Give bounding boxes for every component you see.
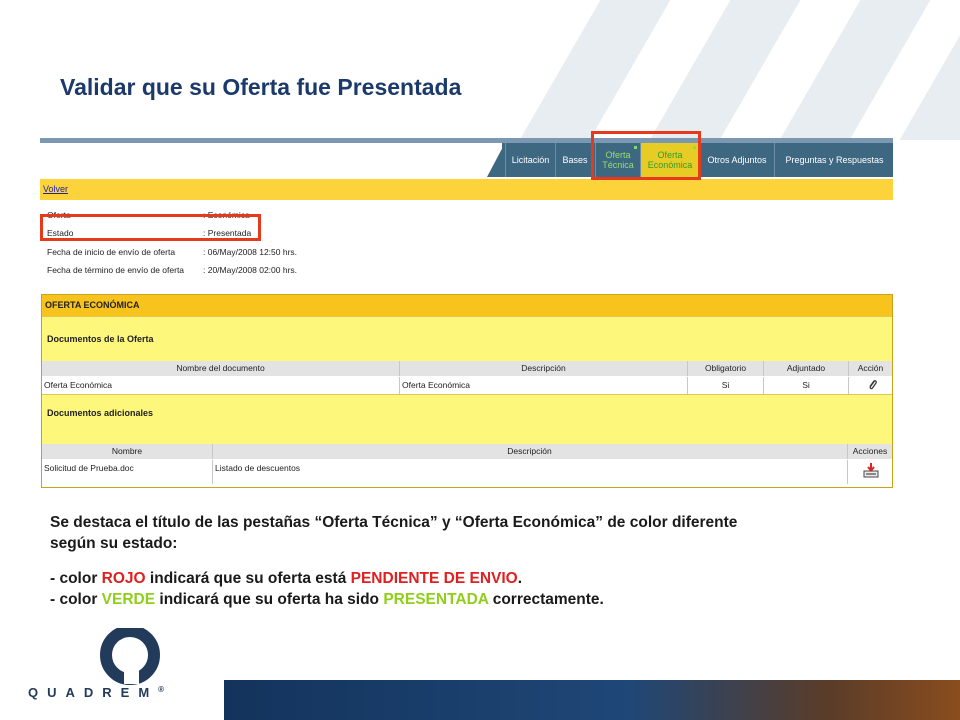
legend-green: - color VERDE indicará que su oferta ha … bbox=[50, 591, 604, 608]
column-header: Acción bbox=[857, 363, 884, 373]
info-label: Fecha de inicio de envío de oferta bbox=[47, 247, 176, 257]
section-documentos-adicionales: Documentos adicionales bbox=[42, 394, 892, 444]
legend-red: - color ROJO indicará que su oferta está… bbox=[50, 570, 523, 587]
table-row: Solicitud de Prueba.doc Listado de descu… bbox=[42, 460, 892, 484]
column-header: Descripción bbox=[507, 446, 552, 456]
background-decoration bbox=[0, 0, 960, 140]
additional-doc-name: Solicitud de Prueba.doc bbox=[44, 463, 134, 473]
slide-title: Validar que su Oferta fue Presentada bbox=[60, 74, 462, 100]
doc-obligatorio: Si bbox=[721, 380, 730, 390]
table-row: Oferta Económica Oferta Económica Si Si bbox=[42, 377, 892, 394]
menu-bar: Volver bbox=[40, 179, 893, 200]
column-header: Nombre bbox=[111, 446, 143, 456]
tab-otros-adjuntos[interactable]: Otros Adjuntos bbox=[699, 143, 774, 177]
highlight-estado bbox=[40, 214, 261, 241]
download-icon[interactable] bbox=[862, 462, 880, 479]
docs-table-header: Nombre del documento Descripción Obligat… bbox=[42, 361, 892, 376]
column-header: Obligatorio bbox=[704, 363, 747, 373]
additional-doc-description: Listado de descuentos bbox=[215, 463, 301, 473]
info-value: : 20/May/2008 02:00 hrs. bbox=[203, 265, 298, 275]
highlight-oferta-tabs bbox=[591, 131, 701, 180]
footer-band bbox=[224, 680, 960, 720]
panel-header: OFERTA ECONÓMICA bbox=[42, 295, 892, 316]
brand-wordmark: QUADREM® bbox=[28, 685, 165, 700]
column-header: Acciones bbox=[852, 446, 888, 456]
doc-adjuntado: Si bbox=[802, 380, 810, 390]
info-row-fecha-inicio: Fecha de inicio de envío de oferta : 06/… bbox=[47, 247, 297, 257]
info-row-fecha-termino: Fecha de término de envío de oferta : 20… bbox=[47, 265, 297, 275]
description-line: según su estado: bbox=[50, 535, 178, 552]
additional-table-header: Nombre Descripción Acciones bbox=[42, 444, 892, 459]
tab-preguntas-respuestas[interactable]: Preguntas y Respuestas bbox=[774, 143, 894, 177]
doc-description: Oferta Económica bbox=[402, 380, 471, 390]
doc-name: Oferta Económica bbox=[44, 380, 113, 390]
tab-bases[interactable]: Bases bbox=[555, 143, 594, 177]
oferta-panel: OFERTA ECONÓMICA Documentos de la Oferta… bbox=[41, 294, 893, 488]
column-header: Adjuntado bbox=[786, 363, 826, 373]
description-line: Se destaca el título de las pestañas “Of… bbox=[50, 514, 738, 531]
tab-bar: Licitación Bases Oferta Técnica Oferta Eco… bbox=[40, 138, 893, 177]
tab-licitacion[interactable]: Licitación bbox=[505, 143, 555, 177]
app-screenshot: Licitación Bases Oferta Técnica Oferta Eco… bbox=[40, 138, 893, 490]
description: Se destaca el título de las pestañas “Of… bbox=[50, 512, 737, 610]
paperclip-icon[interactable] bbox=[866, 378, 880, 392]
info-value: : 06/May/2008 12:50 hrs. bbox=[203, 247, 298, 257]
column-header: Nombre del documento bbox=[176, 363, 265, 373]
back-link[interactable]: Volver bbox=[43, 184, 68, 194]
column-header: Descripción bbox=[521, 363, 566, 373]
section-documentos-oferta: Documentos de la Oferta bbox=[42, 316, 892, 361]
info-label: Fecha de término de envío de oferta bbox=[47, 265, 185, 275]
